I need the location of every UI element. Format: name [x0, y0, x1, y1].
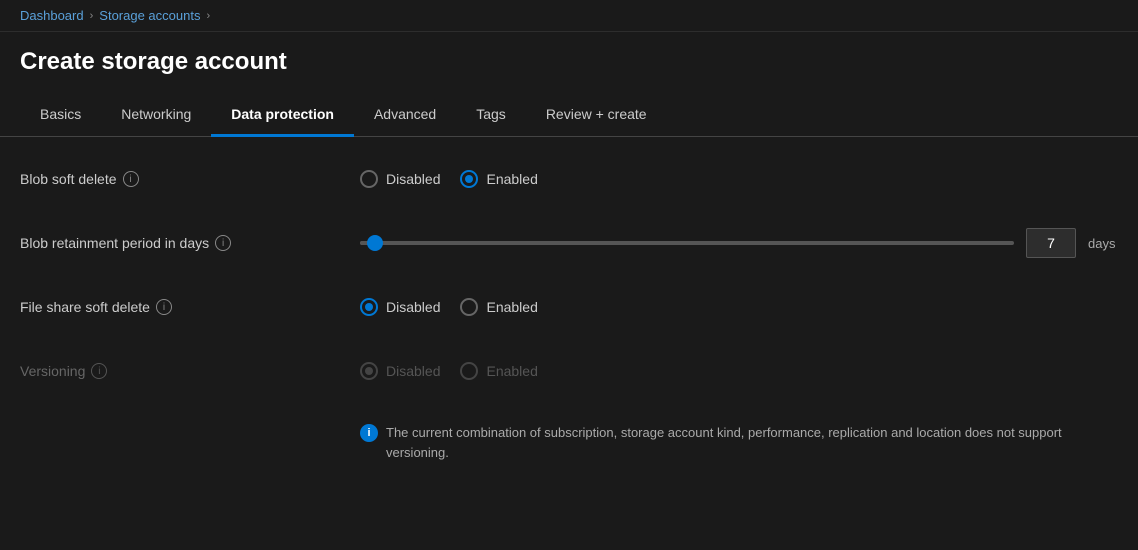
- tab-advanced[interactable]: Advanced: [354, 96, 456, 137]
- file-share-soft-delete-info-icon[interactable]: i: [156, 299, 172, 315]
- tabs-bar: Basics Networking Data protection Advanc…: [0, 96, 1138, 137]
- file-share-disabled-option[interactable]: Disabled: [360, 298, 440, 316]
- file-share-enabled-label: Enabled: [486, 299, 537, 315]
- tab-basics[interactable]: Basics: [20, 96, 101, 137]
- file-share-soft-delete-controls: Disabled Enabled: [360, 298, 1118, 316]
- file-share-enabled-option[interactable]: Enabled: [460, 298, 537, 316]
- versioning-row: Versioning i Disabled Enabled: [20, 353, 1118, 389]
- tab-networking[interactable]: Networking: [101, 96, 211, 137]
- blob-soft-delete-row: Blob soft delete i Disabled Enabled: [20, 161, 1118, 197]
- blob-soft-delete-enabled-radio[interactable]: [460, 170, 478, 188]
- page-title: Create storage account: [20, 48, 1118, 76]
- versioning-disabled-radio-inner: [365, 367, 373, 375]
- tab-data-protection[interactable]: Data protection: [211, 96, 354, 137]
- tab-review-create[interactable]: Review + create: [526, 96, 667, 137]
- versioning-controls: Disabled Enabled: [360, 362, 1118, 380]
- blob-retention-info-icon[interactable]: i: [215, 235, 231, 251]
- versioning-enabled-radio: [460, 362, 478, 380]
- blob-retention-value-box[interactable]: 7: [1026, 228, 1076, 258]
- versioning-disabled-option: Disabled: [360, 362, 440, 380]
- versioning-label: Versioning i: [20, 363, 360, 379]
- blob-retention-slider-thumb[interactable]: [367, 235, 383, 251]
- blob-soft-delete-enabled-radio-inner: [465, 175, 473, 183]
- blob-soft-delete-disabled-radio[interactable]: [360, 170, 378, 188]
- blob-soft-delete-disabled-option[interactable]: Disabled: [360, 170, 440, 188]
- breadcrumb-dashboard[interactable]: Dashboard: [20, 8, 84, 23]
- info-banner-text: The current combination of subscription,…: [386, 423, 1086, 462]
- info-banner-icon: i: [360, 424, 378, 442]
- page-header: Create storage account: [0, 32, 1138, 96]
- versioning-enabled-option: Enabled: [460, 362, 537, 380]
- blob-retention-row: Blob retainment period in days i 7 days: [20, 225, 1118, 261]
- file-share-disabled-radio-inner: [365, 303, 373, 311]
- tab-tags[interactable]: Tags: [456, 96, 526, 137]
- breadcrumb-chevron-2: ›: [206, 10, 210, 22]
- blob-soft-delete-controls: Disabled Enabled: [360, 170, 1118, 188]
- versioning-disabled-radio: [360, 362, 378, 380]
- breadcrumb-storage-accounts[interactable]: Storage accounts: [99, 8, 200, 23]
- blob-retention-days-label: days: [1088, 236, 1118, 251]
- blob-soft-delete-info-icon[interactable]: i: [123, 171, 139, 187]
- blob-retention-slider-container: 7 days: [360, 228, 1118, 258]
- file-share-soft-delete-row: File share soft delete i Disabled Enable…: [20, 289, 1118, 325]
- blob-soft-delete-enabled-label: Enabled: [486, 171, 537, 187]
- file-share-soft-delete-label: File share soft delete i: [20, 299, 360, 315]
- breadcrumb-chevron-1: ›: [90, 10, 94, 22]
- blob-soft-delete-disabled-label: Disabled: [386, 171, 440, 187]
- file-share-enabled-radio[interactable]: [460, 298, 478, 316]
- versioning-info-icon[interactable]: i: [91, 363, 107, 379]
- versioning-info-banner: i The current combination of subscriptio…: [360, 417, 1118, 468]
- blob-soft-delete-label: Blob soft delete i: [20, 171, 360, 187]
- versioning-enabled-label: Enabled: [486, 363, 537, 379]
- versioning-disabled-label: Disabled: [386, 363, 440, 379]
- file-share-disabled-radio[interactable]: [360, 298, 378, 316]
- blob-retention-label: Blob retainment period in days i: [20, 235, 360, 251]
- form-content: Blob soft delete i Disabled Enabled Blob…: [0, 137, 1138, 492]
- blob-retention-slider-track[interactable]: [360, 241, 1014, 245]
- file-share-disabled-label: Disabled: [386, 299, 440, 315]
- breadcrumb: Dashboard › Storage accounts ›: [0, 0, 1138, 32]
- blob-soft-delete-enabled-option[interactable]: Enabled: [460, 170, 537, 188]
